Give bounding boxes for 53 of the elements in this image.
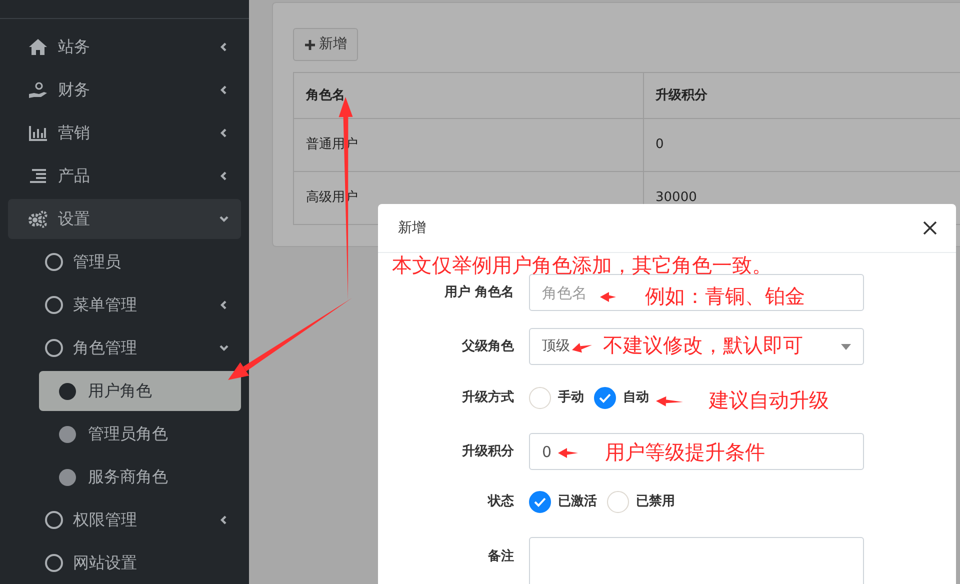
annotation-text: 用户等级提升条件 (605, 440, 765, 464)
annotation-text: 例如：青铜、铂金 (645, 284, 805, 308)
circle-icon (45, 296, 63, 314)
dot-icon (59, 468, 76, 486)
arrow (572, 342, 592, 353)
field-label: 备注 (486, 548, 514, 566)
sidebar-item[interactable]: 网站设置 (8, 543, 241, 583)
annotation-text: 建议自动升级 (709, 388, 829, 412)
check-icon (599, 393, 611, 403)
sidebar-item[interactable]: 管理员角色 (39, 414, 241, 454)
column-header: 升级积分 (643, 72, 960, 118)
radio-option[interactable]: 手动 (529, 387, 584, 409)
sidebar-item[interactable]: 设置 (8, 199, 241, 239)
radio-option[interactable]: 已激活 (529, 491, 597, 513)
annotation-text: 不建议修改，默认即可 (603, 333, 803, 357)
circle-icon (45, 554, 63, 572)
sidebar-item[interactable]: 站务 (8, 27, 241, 67)
sidebar-item[interactable]: 财务 (8, 70, 241, 110)
sidebar-item[interactable]: 产品 (8, 156, 241, 196)
check-icon (534, 497, 546, 507)
radio-option[interactable]: 已禁用 (607, 491, 675, 513)
circle-icon (45, 339, 63, 357)
arrow (558, 448, 578, 458)
field-label: 升级方式 (461, 388, 514, 408)
circle-icon (45, 253, 63, 271)
arrow (656, 396, 683, 406)
sidebar-item[interactable]: 管理员 (8, 242, 241, 282)
circle-icon (45, 511, 63, 529)
arrow (600, 292, 616, 302)
column-header: 角色名 (294, 72, 643, 118)
field-label: 用户 角色名 (443, 284, 514, 302)
gears-icon (28, 209, 48, 229)
home-icon (28, 37, 48, 57)
sidebar-item[interactable]: 菜单管理 (8, 285, 241, 325)
bar-chart-icon (28, 123, 48, 143)
sidebar-item[interactable]: 用户角色 (39, 371, 241, 411)
sidebar-item[interactable]: 营销 (8, 113, 241, 153)
list-lines-icon (28, 166, 48, 186)
plus-icon (304, 38, 316, 50)
field-label: 状态 (486, 493, 514, 512)
sidebar-item[interactable]: 角色管理 (8, 328, 241, 368)
caret-icon (841, 344, 851, 350)
annotation-text: 本文仅举例用户角色添加，其它角色一致。 (392, 253, 772, 277)
dot-icon (59, 426, 76, 442)
field-label: 升级积分 (461, 442, 514, 461)
sidebar-item[interactable]: 权限管理 (8, 500, 241, 540)
dot-icon (59, 382, 76, 400)
radio-option[interactable]: 自动 (594, 387, 649, 409)
field-label: 父级角色 (460, 338, 514, 356)
add-button[interactable]: 新增 (293, 28, 358, 61)
close-button[interactable] (922, 220, 938, 236)
sidebar-item[interactable]: 服务商角色 (39, 457, 241, 497)
hand-coin-icon (28, 80, 48, 100)
